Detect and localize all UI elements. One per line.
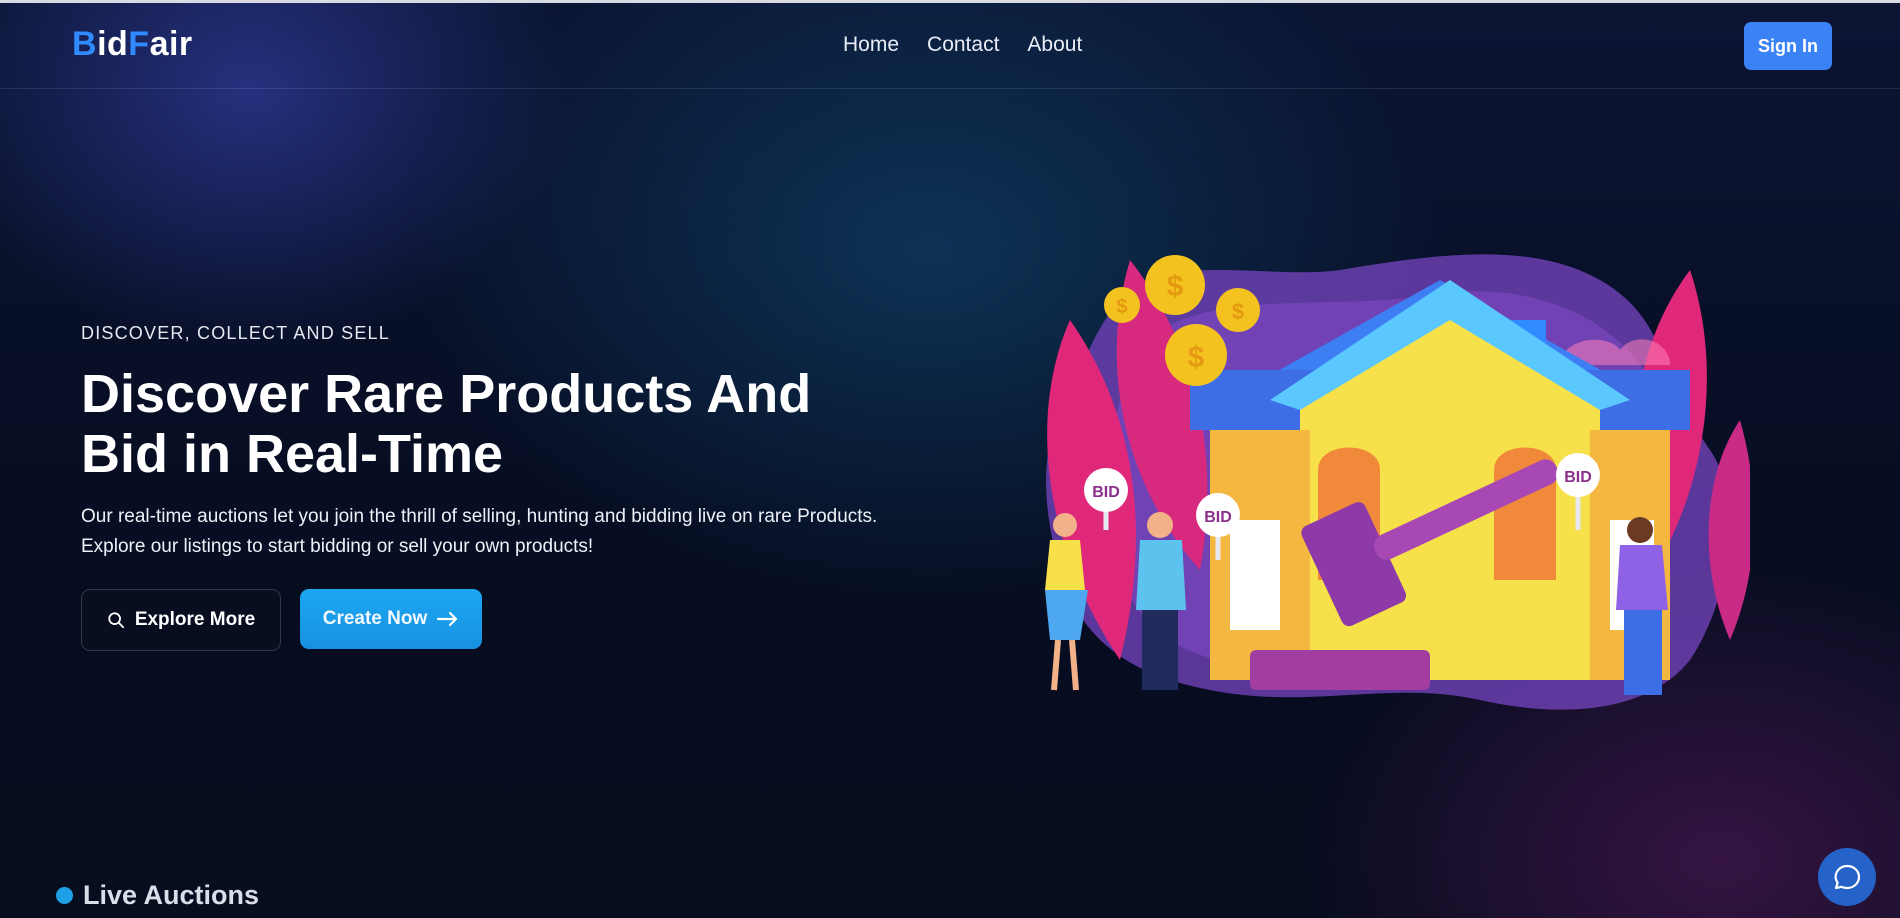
search-icon xyxy=(108,612,124,629)
chat-button[interactable] xyxy=(1818,848,1876,906)
auction-house-illustration: $ $ $ $ BID BID BID xyxy=(1045,254,1750,710)
logo-text-id: id xyxy=(97,25,129,63)
live-auctions-heading: Live Auctions xyxy=(56,880,259,911)
create-now-label: Create Now xyxy=(322,608,428,629)
explore-more-button[interactable]: Explore More xyxy=(81,589,281,651)
hero-description-line1: Our real-time auctions let you join the … xyxy=(81,506,878,527)
arrow-right-icon xyxy=(437,611,458,627)
coin-symbol: $ xyxy=(1167,270,1184,303)
svg-text:BID: BID xyxy=(1564,469,1592,486)
hero-title-line2: Bid in Real-Time xyxy=(81,424,504,484)
nav-link-about[interactable]: About xyxy=(1027,33,1082,57)
hero-description-line2: Explore our listings to start bidding or… xyxy=(81,536,594,557)
coin-large: $ xyxy=(1145,255,1205,315)
explore-more-label: Explore More xyxy=(134,609,256,630)
live-indicator-dot xyxy=(56,887,73,904)
hero-title: Discover Rare Products And Bid in Real-T… xyxy=(81,364,861,484)
brand-logo[interactable]: BidFair xyxy=(72,25,193,64)
logo-letter-b: B xyxy=(72,25,98,63)
window-left xyxy=(1230,520,1280,630)
nav-link-home[interactable]: Home xyxy=(843,33,899,57)
hero-kicker: DISCOVER, COLLECT AND SELL xyxy=(81,323,390,343)
hero-title-line1: Discover Rare Products And xyxy=(81,364,812,424)
chat-bubble-icon xyxy=(1834,864,1861,890)
coin-small-right: $ xyxy=(1216,288,1260,332)
coin-bottom: $ xyxy=(1165,324,1227,386)
svg-text:BID: BID xyxy=(1092,484,1120,501)
gavel-base xyxy=(1250,650,1430,690)
hero-description: Our real-time auctions let you join the … xyxy=(81,502,901,562)
coin-small-left: $ xyxy=(1104,287,1140,323)
svg-text:$: $ xyxy=(1232,299,1244,324)
svg-text:$: $ xyxy=(1188,341,1205,374)
logo-letter-f: F xyxy=(128,25,150,63)
main-nav: Home Contact About xyxy=(843,33,1082,57)
nav-link-contact[interactable]: Contact xyxy=(927,33,999,57)
live-auctions-title: Live Auctions xyxy=(83,880,260,910)
svg-text:BID: BID xyxy=(1204,509,1232,526)
create-now-button[interactable]: Create Now xyxy=(300,589,482,649)
navbar: BidFair Home Contact About Sign In xyxy=(0,3,1900,89)
sign-in-button[interactable]: Sign In xyxy=(1744,22,1832,70)
logo-text-air: air xyxy=(149,25,193,63)
svg-text:$: $ xyxy=(1116,296,1127,318)
